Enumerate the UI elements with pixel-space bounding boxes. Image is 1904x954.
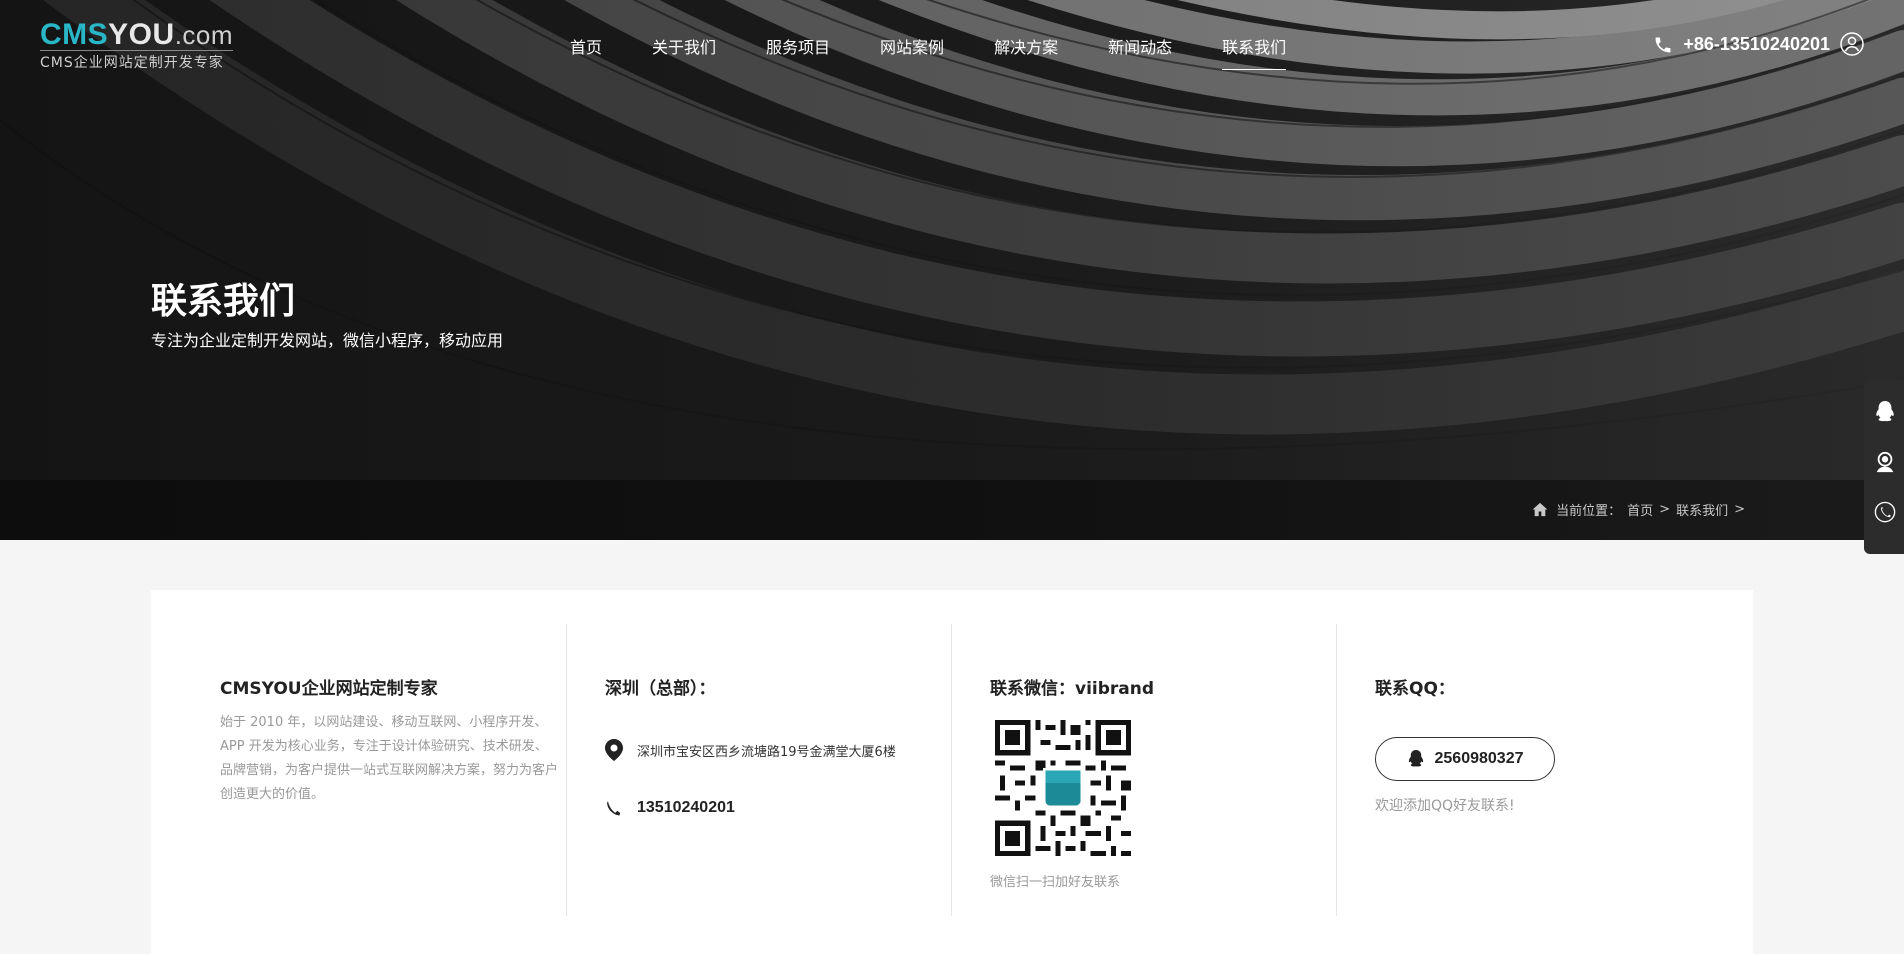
phone-icon: [1655, 37, 1671, 52]
nav-item-services[interactable]: 服务项目: [766, 34, 830, 70]
office-phone-row: 13510240201: [605, 799, 945, 817]
office-address: 深圳市宝安区西乡流塘路19号金满堂大厦6楼: [637, 744, 896, 760]
logo[interactable]: CMSYOU.com CMS企业网站定制开发专家: [40, 18, 234, 72]
float-qq-button[interactable]: [1874, 400, 1896, 428]
logo-tagline: CMS企业网站定制开发专家: [40, 50, 234, 72]
about-title: CMSYOU企业网站定制专家: [220, 679, 438, 699]
about-column: CMSYOU企业网站定制专家 始于 2010 年，以网站建设、移动互联网、小程序…: [220, 624, 560, 916]
qq-icon: [1408, 750, 1423, 767]
about-description: 始于 2010 年，以网站建设、移动互联网、小程序开发、APP 开发为核心业务，…: [220, 715, 559, 802]
page-title: 联系我们: [151, 281, 296, 322]
breadcrumb-separator: >: [1659, 502, 1671, 517]
contact-card: CMSYOU企业网站定制专家 始于 2010 年，以网站建设、移动互联网、小程序…: [151, 590, 1753, 954]
breadcrumb-prefix: 当前位置：: [1556, 504, 1622, 519]
wechat-title: 联系微信：viibrand: [990, 679, 1155, 699]
header-phone[interactable]: +86-13510240201: [1653, 34, 1830, 55]
breadcrumb-current[interactable]: 联系我们: [1676, 500, 1728, 519]
wechat-caption: 微信扫一扫加好友联系: [990, 875, 1121, 890]
column-divider: [951, 624, 952, 916]
nav-item-cases[interactable]: 网站案例: [880, 34, 944, 70]
breadcrumb-home-link[interactable]: 首页: [1627, 500, 1653, 519]
nav-item-about[interactable]: 关于我们: [652, 34, 716, 70]
logo-cms: CMS: [40, 18, 109, 51]
qq-column: 联系QQ： 2560980327 欢迎添加QQ好友联系!: [1375, 624, 1695, 916]
logo-domain: .com: [174, 20, 234, 50]
main-nav: 首页 关于我们 服务项目 网站案例 解决方案 新闻动态 联系我们: [570, 34, 1336, 70]
qq-number: 2560980327: [1434, 750, 1524, 767]
column-divider: [566, 624, 567, 916]
qq-caption: 欢迎添加QQ好友联系!: [1375, 798, 1515, 814]
hero-banner: CMSYOU.com CMS企业网站定制开发专家 首页 关于我们 服务项目 网站…: [0, 0, 1904, 540]
float-service-button[interactable]: [1874, 450, 1896, 478]
phone-icon: [607, 801, 621, 816]
user-icon: [1840, 32, 1864, 56]
office-address-row: 深圳市宝安区西乡流塘路19号金满堂大厦6楼: [605, 739, 945, 761]
qq-title: 联系QQ：: [1375, 679, 1455, 699]
nav-item-home[interactable]: 首页: [570, 34, 602, 70]
qq-icon: [1876, 401, 1894, 422]
float-phone-button[interactable]: [1874, 500, 1896, 528]
hero-background-image: [0, 0, 1904, 540]
office-column: 深圳（总部）： 深圳市宝安区西乡流塘路19号金满堂大厦6楼 1351024020…: [605, 624, 945, 916]
header-phone-number: +86-13510240201: [1683, 34, 1830, 54]
nav-item-news[interactable]: 新闻动态: [1108, 34, 1172, 70]
breadcrumb-separator: >: [1734, 502, 1745, 517]
nav-item-solutions[interactable]: 解决方案: [994, 34, 1058, 70]
office-phone[interactable]: 13510240201: [637, 799, 735, 817]
logo-wordmark: CMSYOU.com: [40, 18, 233, 52]
nav-item-contact[interactable]: 联系我们: [1222, 34, 1287, 70]
qq-number-button[interactable]: 2560980327: [1375, 737, 1555, 781]
user-account-button[interactable]: [1840, 32, 1864, 60]
home-icon: [1532, 502, 1548, 517]
logo-you: YOU: [108, 18, 175, 51]
floating-contact-bar: [1864, 380, 1904, 554]
location-pin-icon: [605, 739, 623, 761]
breadcrumb: 当前位置： 首页 > 联系我们 >: [1532, 500, 1751, 519]
phone-icon: [1874, 501, 1896, 523]
wechat-qr-code: [990, 715, 1136, 861]
column-divider: [1336, 624, 1337, 916]
customer-service-icon: [1876, 451, 1894, 473]
wechat-column: 联系微信：viibrand 微信扫一扫加好友联系: [990, 624, 1310, 916]
page-subtitle: 专注为企业定制开发网站，微信小程序，移动应用: [151, 331, 504, 350]
office-title: 深圳（总部）：: [605, 679, 716, 699]
